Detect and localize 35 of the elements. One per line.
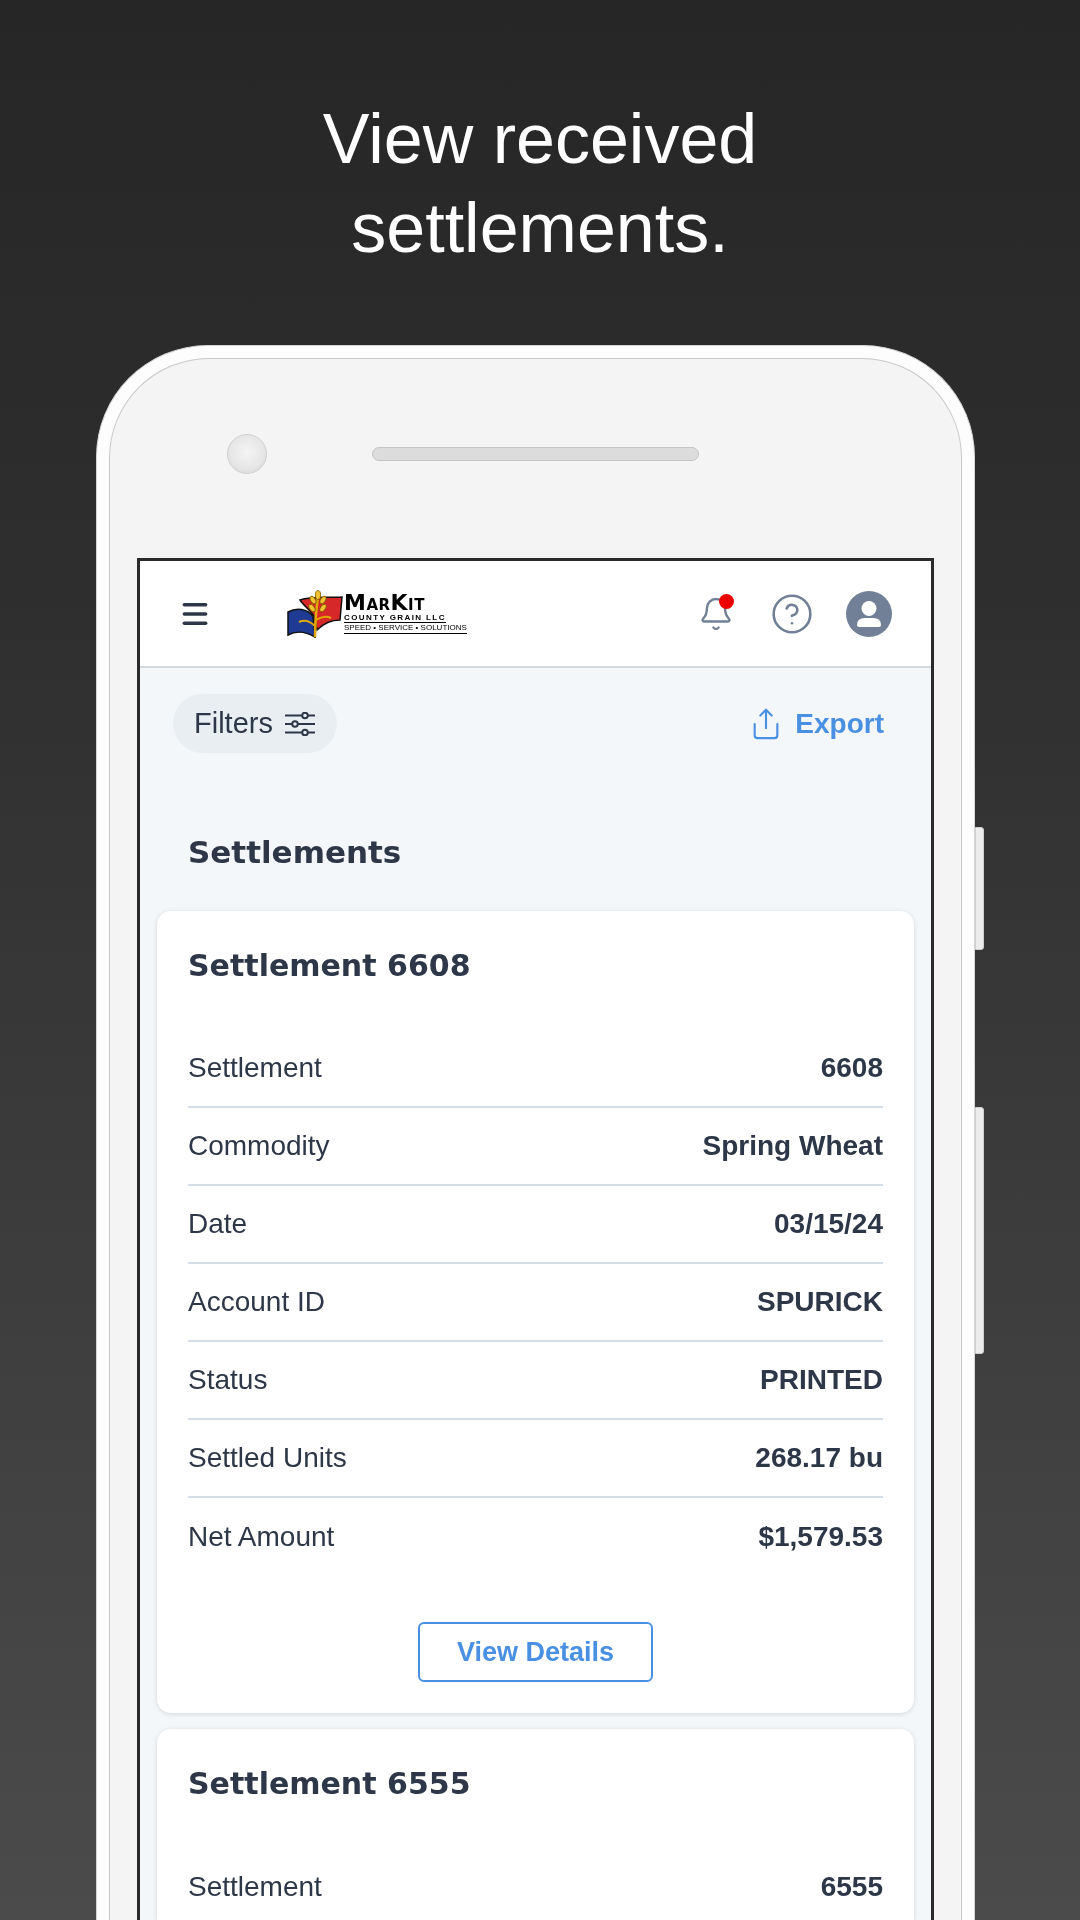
field-value: 03/15/24 — [774, 1207, 883, 1241]
help-button[interactable] — [770, 591, 814, 636]
field-value: $1,579.53 — [758, 1520, 883, 1554]
field-label: Date — [188, 1207, 248, 1241]
bell-icon — [698, 595, 734, 632]
notifications-button[interactable] — [698, 595, 734, 632]
export-button[interactable]: Export — [749, 702, 884, 745]
field-label: Settlement — [188, 1870, 322, 1904]
page-title: Settlements — [188, 833, 402, 872]
field-value: Spring Wheat — [702, 1129, 883, 1163]
field-label: Commodity — [188, 1129, 330, 1163]
field-value: 268.17 bu — [755, 1441, 883, 1475]
field-label: Net Amount — [188, 1520, 335, 1554]
wheat-emblem-icon — [287, 589, 343, 638]
card-title: Settlement 6555 — [188, 1765, 471, 1803]
filters-button[interactable]: Filters — [173, 694, 337, 753]
field-label: Status — [188, 1363, 268, 1397]
sliders-icon — [284, 711, 315, 736]
field-label: Settlement — [188, 1051, 322, 1085]
field-value: 6555 — [820, 1870, 883, 1904]
user-avatar-icon — [846, 590, 892, 637]
field-value: 6608 — [820, 1051, 883, 1085]
profile-button[interactable] — [846, 590, 892, 637]
card-title: Settlement 6608 — [188, 947, 471, 985]
field-value: SPURICK — [757, 1285, 883, 1319]
view-details-button[interactable]: View Details — [418, 1622, 653, 1682]
field-value: PRINTED — [760, 1363, 883, 1397]
logo-wordmark: MarKit — [344, 593, 425, 613]
logo-tagline: SPEED • SERVICE • SOLUTIONS — [344, 623, 467, 634]
logo-subtitle: COUNTY GRAIN LLC — [344, 613, 446, 623]
camera-lens-icon — [227, 434, 267, 474]
field-label: Account ID — [188, 1285, 325, 1319]
field-label: Settled Units — [188, 1441, 347, 1475]
headline: View received settlements. — [321, 99, 759, 269]
help-icon — [770, 591, 814, 636]
